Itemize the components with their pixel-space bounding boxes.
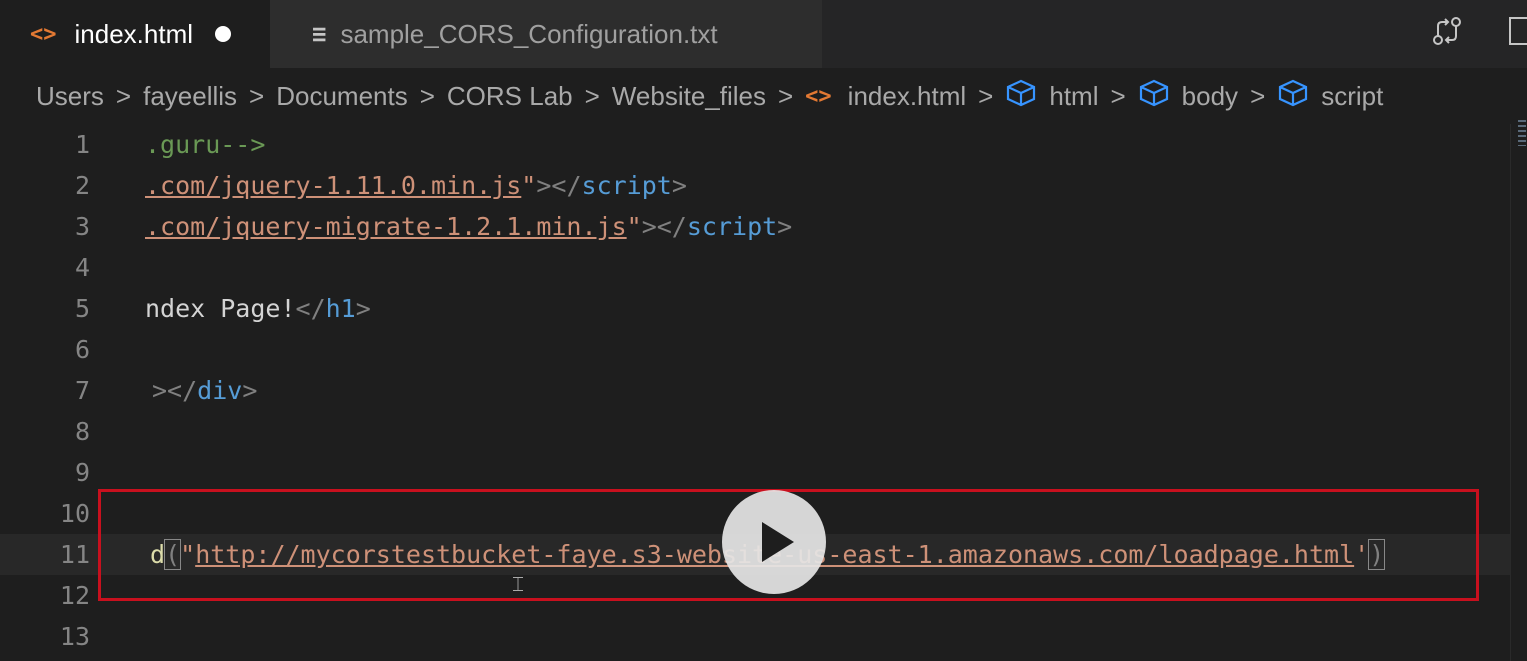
breadcrumb: Users > fayeellis > Documents > CORS Lab… bbox=[0, 68, 1527, 124]
breadcrumb-label: CORS Lab bbox=[446, 80, 573, 111]
code-line[interactable]: 2 .com/jquery-1.11.0.min.js"></script> bbox=[0, 165, 1510, 206]
play-icon bbox=[762, 522, 794, 562]
code-tag: h1 bbox=[325, 294, 356, 323]
breadcrumb-label: fayeellis bbox=[143, 80, 238, 111]
line-number: 5 bbox=[74, 294, 90, 323]
breadcrumb-label: html bbox=[1049, 80, 1099, 111]
breadcrumb-users[interactable]: Users bbox=[36, 81, 104, 112]
breadcrumb-separator: > bbox=[115, 80, 132, 111]
code-line[interactable]: 5 ndex Page!</h1> bbox=[0, 288, 1510, 329]
code-line[interactable]: 8 bbox=[0, 411, 1510, 452]
text-file-icon: ≡ bbox=[312, 20, 327, 48]
breadcrumb-label: index.html bbox=[847, 80, 967, 111]
breadcrumb-cors-lab[interactable]: CORS Lab bbox=[447, 81, 573, 112]
minimap[interactable] bbox=[1518, 120, 1526, 146]
line-number: 4 bbox=[74, 253, 90, 282]
breadcrumb-documents[interactable]: Documents bbox=[276, 81, 408, 112]
unsaved-dot-icon[interactable] bbox=[215, 26, 231, 42]
symbol-cube-icon bbox=[1005, 78, 1037, 115]
breadcrumb-separator: > bbox=[978, 80, 994, 111]
html-file-icon: <> bbox=[30, 21, 57, 47]
breadcrumb-symbol-script[interactable]: script bbox=[1277, 78, 1383, 115]
code-text: ndex Page! bbox=[145, 294, 296, 323]
breadcrumb-label: Documents bbox=[276, 80, 408, 111]
code-url[interactable]: .com/jquery-1.11.0.min.js bbox=[145, 171, 521, 200]
text-cursor-icon: ⌶ bbox=[512, 572, 524, 596]
breadcrumb-label: script bbox=[1321, 80, 1384, 111]
code-comment: .guru--> bbox=[145, 130, 266, 159]
code-line[interactable]: 4 bbox=[0, 247, 1510, 288]
line-number: 13 bbox=[59, 622, 90, 651]
breadcrumb-website-files[interactable]: Website_files bbox=[612, 81, 766, 112]
line-number: 8 bbox=[74, 417, 90, 446]
tab-label: sample_CORS_Configuration.txt bbox=[340, 18, 718, 49]
breadcrumb-separator: > bbox=[584, 80, 600, 111]
html-file-icon: <> bbox=[805, 83, 832, 109]
breadcrumb-fayeellis[interactable]: fayeellis bbox=[143, 81, 237, 112]
breadcrumb-label: Users bbox=[36, 80, 104, 111]
code-line[interactable]: 1 .guru--> bbox=[0, 124, 1510, 165]
breadcrumb-file[interactable]: <> index.html bbox=[805, 81, 966, 112]
vertical-scrollbar[interactable] bbox=[1510, 124, 1527, 661]
split-editor-icon[interactable] bbox=[1508, 14, 1527, 53]
code-line[interactable]: 13 bbox=[0, 616, 1510, 657]
line-number: 1 bbox=[74, 130, 90, 159]
breadcrumb-separator: > bbox=[1110, 80, 1126, 111]
breadcrumb-separator: > bbox=[249, 80, 265, 111]
play-button[interactable] bbox=[722, 490, 826, 594]
line-number: 2 bbox=[74, 171, 90, 200]
breadcrumb-separator: > bbox=[1250, 80, 1266, 111]
code-tag: div bbox=[197, 376, 243, 405]
symbol-cube-icon bbox=[1277, 78, 1309, 115]
breadcrumb-label: Website_files bbox=[611, 80, 766, 111]
breadcrumb-symbol-html[interactable]: html bbox=[1005, 78, 1098, 115]
line-number: 11 bbox=[59, 540, 90, 569]
line-number: 9 bbox=[74, 458, 90, 487]
breadcrumb-label: body bbox=[1181, 80, 1239, 111]
line-number: 7 bbox=[74, 376, 90, 405]
line-number: 10 bbox=[59, 499, 90, 528]
tab-label: index.html bbox=[74, 18, 194, 49]
symbol-cube-icon bbox=[1138, 78, 1170, 115]
line-number: 3 bbox=[74, 212, 90, 241]
breadcrumb-separator: > bbox=[777, 80, 794, 111]
breadcrumb-symbol-body[interactable]: body bbox=[1138, 78, 1238, 115]
breadcrumb-separator: > bbox=[419, 80, 435, 111]
line-number: 6 bbox=[74, 335, 90, 364]
tab-index-html[interactable]: <> index.html bbox=[0, 0, 270, 68]
code-url[interactable]: .com/jquery-migrate-1.2.1.min.js bbox=[145, 212, 627, 241]
code-tag: script bbox=[581, 171, 672, 200]
open-changes-icon[interactable] bbox=[1430, 14, 1464, 53]
code-line[interactable]: 6 bbox=[0, 329, 1510, 370]
code-line[interactable]: 3 .com/jquery-migrate-1.2.1.min.js"></sc… bbox=[0, 206, 1510, 247]
tab-sample-cors-configuration[interactable]: ≡ sample_CORS_Configuration.txt bbox=[270, 0, 822, 68]
code-line[interactable]: 9 bbox=[0, 452, 1510, 493]
code-tag: script bbox=[686, 212, 778, 241]
tab-bar: <> index.html ≡ sample_CORS_Configuratio… bbox=[0, 0, 1527, 68]
code-line[interactable]: 7 ></div> bbox=[0, 370, 1510, 411]
line-number: 12 bbox=[59, 581, 90, 610]
